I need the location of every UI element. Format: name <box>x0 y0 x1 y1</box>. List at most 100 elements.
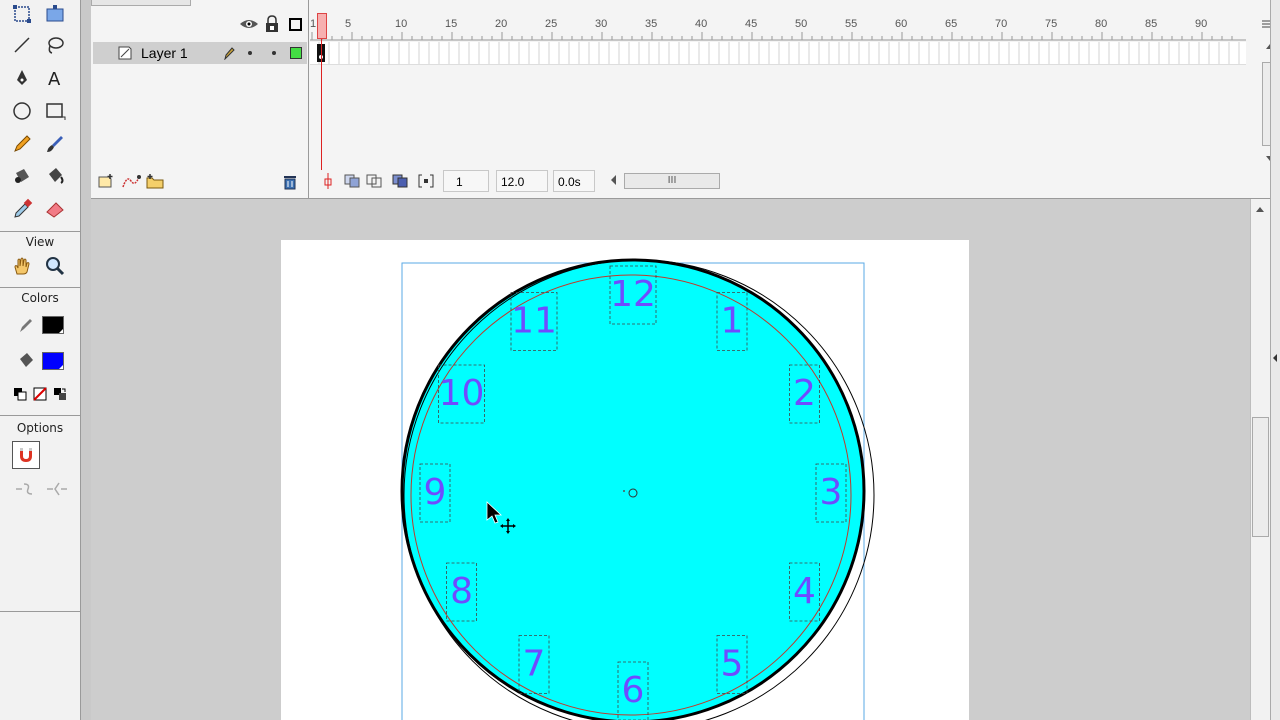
ruler-label: 30 <box>595 18 608 30</box>
stroke-color-swatch[interactable] <box>42 316 64 334</box>
scene-tab[interactable] <box>91 0 191 6</box>
stage-vscroll[interactable] <box>1250 199 1270 720</box>
pencil-tool-icon[interactable] <box>9 131 35 157</box>
onion-skin-icon[interactable] <box>344 174 360 191</box>
onion-skin-outlines-icon[interactable] <box>366 174 382 191</box>
ruler-label: 15 <box>445 18 458 30</box>
modify-onion-markers-icon[interactable] <box>418 174 434 191</box>
ruler-label: 50 <box>795 18 808 30</box>
clock-number[interactable]: 12 <box>610 274 656 315</box>
clock-face <box>400 258 866 720</box>
playhead-handle[interactable] <box>317 13 327 39</box>
clock-number[interactable]: 10 <box>439 373 485 414</box>
clock-number[interactable]: 9 <box>424 472 447 513</box>
zoom-tool-icon[interactable] <box>42 253 68 279</box>
panel-collapse-bar[interactable] <box>1270 0 1280 720</box>
visibility-dot[interactable] <box>248 51 252 55</box>
ruler-label: 5 <box>345 18 352 30</box>
layer-outline-color[interactable] <box>290 47 302 59</box>
stroke-color-icon <box>13 312 39 338</box>
clock-drawing[interactable]: 121234567891011 <box>91 199 1250 720</box>
pencil-icon <box>223 46 235 63</box>
ruler-label: 20 <box>495 18 508 30</box>
layers-column: Layer 1 <box>91 0 309 198</box>
delete-layer-icon[interactable] <box>282 174 298 193</box>
show-hide-layers-icon[interactable] <box>239 16 259 35</box>
ruler-label: 25 <box>545 18 558 30</box>
tools-panel: A View Colors Options <box>0 0 81 720</box>
options-section-label: Options <box>16 421 64 435</box>
clock-number[interactable]: 4 <box>793 571 816 612</box>
free-transform-tool-icon[interactable] <box>9 1 35 27</box>
clock-number[interactable]: 3 <box>820 472 843 513</box>
line-tool-icon[interactable] <box>9 32 35 58</box>
ruler-label: 70 <box>995 18 1008 30</box>
fill-color-swatch[interactable] <box>42 352 64 370</box>
divider <box>0 231 80 232</box>
smooth-icon[interactable] <box>13 476 39 502</box>
gradient-transform-tool-icon[interactable] <box>42 1 68 27</box>
center-frame-icon[interactable] <box>322 173 334 192</box>
lock-layers-icon[interactable] <box>265 15 279 36</box>
playhead-line <box>321 39 322 170</box>
divider <box>0 415 80 416</box>
ruler-label: 1 <box>310 18 317 30</box>
ruler-label: 60 <box>895 18 908 30</box>
timeline-ruler[interactable]: 1 5 10 15 20 25 30 35 40 45 50 55 60 65 70 75 80 85 90 <box>310 13 1250 41</box>
divider <box>0 287 80 288</box>
timeline-panel: Layer 1 1 5 10 15 20 25 30 35 40 45 50 55 60 65 70 75 <box>91 0 1280 211</box>
view-section-label: View <box>25 235 55 249</box>
ruler-label: 55 <box>845 18 858 30</box>
stage-vscroll-thumb[interactable] <box>1252 417 1269 537</box>
fill-color-icon <box>13 348 39 374</box>
ruler-label: 40 <box>695 18 708 30</box>
frames-area[interactable]: 1 5 10 15 20 25 30 35 40 45 50 55 60 65 70 75 80 85 90 <box>310 0 1250 168</box>
stage-area[interactable]: 12 1 2 3 4 5 6 7 8 9 10 11 <box>91 199 1250 720</box>
brush-tool-icon[interactable] <box>42 131 68 157</box>
clock-number[interactable]: 5 <box>721 643 744 684</box>
timeline-hscroll-thumb[interactable]: III <box>624 173 720 189</box>
lock-dot[interactable] <box>272 51 276 55</box>
insert-layer-icon[interactable] <box>97 173 115 192</box>
outline-layers-icon[interactable] <box>289 18 302 31</box>
eraser-tool-icon[interactable] <box>42 196 68 222</box>
divider <box>0 611 80 612</box>
layer-1-frames[interactable] <box>310 42 1246 65</box>
elapsed-time-field[interactable]: 0.0s <box>553 170 595 192</box>
ruler-label: 90 <box>1195 18 1208 30</box>
current-frame-field[interactable]: 1 <box>443 170 489 192</box>
ruler-label: 10 <box>395 18 408 30</box>
clock-number[interactable]: 6 <box>622 670 645 711</box>
add-motion-guide-icon[interactable] <box>121 173 141 192</box>
timeline-status-bar: 1 12.0 fps 0.0s III <box>310 170 1250 211</box>
eyedropper-tool-icon[interactable] <box>9 196 35 222</box>
edit-multiple-frames-icon[interactable] <box>392 174 408 191</box>
clock-number[interactable]: 2 <box>793 373 816 414</box>
insert-layer-folder-icon[interactable] <box>145 173 165 192</box>
straighten-icon[interactable] <box>44 476 70 502</box>
swap-colors-icon[interactable] <box>48 381 72 407</box>
layer-row[interactable]: Layer 1 <box>93 42 307 64</box>
pen-tool-icon[interactable] <box>9 65 35 91</box>
clock-number[interactable]: 1 <box>721 301 744 342</box>
scroll-left-icon[interactable] <box>611 175 616 185</box>
hand-tool-icon[interactable] <box>9 253 35 279</box>
clock-number[interactable]: 11 <box>511 301 557 342</box>
layer-name[interactable]: Layer 1 <box>141 45 188 61</box>
lasso-tool-icon[interactable] <box>42 32 68 58</box>
expand-panel-icon[interactable] <box>1273 354 1277 362</box>
ink-bottle-tool-icon[interactable] <box>9 163 35 189</box>
snap-to-objects-icon[interactable] <box>12 441 40 469</box>
clock-number[interactable]: 8 <box>450 571 473 612</box>
ruler-label: 75 <box>1045 18 1058 30</box>
text-tool-icon[interactable]: A <box>42 65 68 91</box>
frame-rate-field[interactable]: 12.0 fps <box>496 170 548 211</box>
colors-section-label: Colors <box>21 291 59 305</box>
scroll-up-icon[interactable] <box>1256 207 1264 212</box>
ruler-label: 65 <box>945 18 958 30</box>
paint-bucket-tool-icon[interactable] <box>42 163 68 189</box>
playhead[interactable] <box>317 13 327 170</box>
oval-tool-icon[interactable] <box>9 98 35 124</box>
clock-number[interactable]: 7 <box>523 643 546 684</box>
rectangle-tool-icon[interactable] <box>42 98 68 124</box>
